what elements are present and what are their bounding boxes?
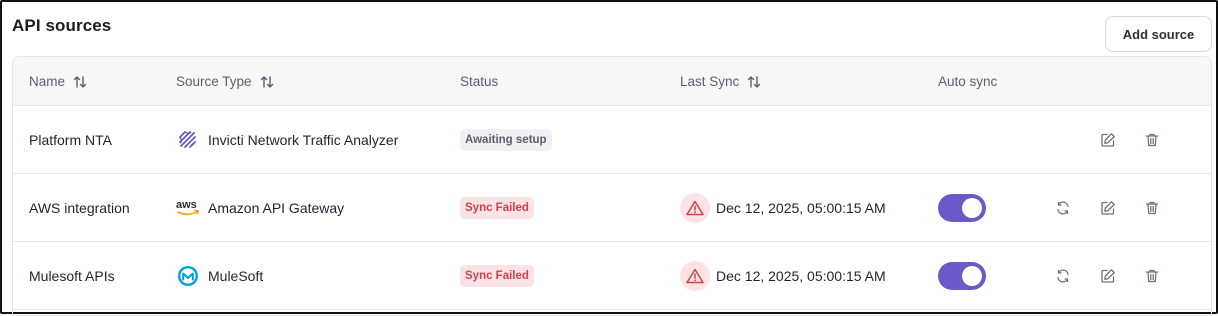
sources-table: Name Source Type Status Last Sync Auto s… [12,56,1212,316]
refresh-icon[interactable] [1053,174,1073,241]
auto-sync-toggle[interactable] [938,261,986,290]
invicti-icon [176,128,200,152]
status-badge: Sync Failed [460,196,534,219]
auto-sync-cell [938,174,986,241]
table-header: Name Source Type Status Last Sync Auto s… [13,57,1211,106]
refresh-icon[interactable] [1053,242,1073,309]
column-header-source-type-label: Source Type [176,74,252,89]
source-name: Mulesoft APIs [29,267,115,284]
column-header-name[interactable]: Name [29,57,87,106]
last-sync-timestamp: Dec 12, 2025, 05:00:15 AM [716,199,886,216]
last-sync-timestamp: Dec 12, 2025, 05:00:15 AM [716,267,886,284]
warning-icon [680,192,710,223]
aws-icon: aws [176,196,200,220]
table-row[interactable]: Mulesoft APIs MuleSoft Sync Failed Dec 1… [13,242,1211,310]
edit-icon[interactable] [1098,242,1118,309]
status-badge: Awaiting setup [460,128,552,151]
status-badge: Sync Failed [460,264,534,287]
auto-sync-toggle[interactable] [938,193,986,222]
source-type-label: MuleSoft [208,267,264,284]
source-type-cell: aws Amazon API Gateway [176,174,344,241]
sort-icon[interactable] [260,75,274,89]
api-sources-panel: API sources Add source Name Source Type … [0,0,1218,316]
edit-icon[interactable] [1098,174,1118,241]
status-cell: Sync Failed [460,174,534,241]
trash-icon[interactable] [1142,174,1162,241]
toggle-knob [962,265,982,286]
page-title: API sources [12,16,112,35]
edit-icon[interactable] [1098,106,1118,173]
warning-icon [680,260,710,291]
column-header-last-sync-label: Last Sync [680,74,740,89]
sort-icon[interactable] [73,75,87,89]
source-name: Platform NTA [29,131,112,148]
table-row[interactable]: AWS integration aws Amazon API Gateway S… [13,174,1211,242]
last-sync-cell: Dec 12, 2025, 05:00:15 AM [680,242,886,309]
column-header-last-sync[interactable]: Last Sync [680,57,761,106]
trash-icon[interactable] [1142,106,1162,173]
auto-sync-cell [938,242,986,309]
status-cell: Sync Failed [460,242,534,309]
sort-icon[interactable] [747,75,761,89]
toggle-knob [962,197,982,218]
column-header-source-type[interactable]: Source Type [176,57,274,106]
table-row[interactable]: Platform NTA Invicti Network Traffic Ana… [13,106,1211,174]
status-cell: Awaiting setup [460,106,552,173]
aws-logo-text: aws [176,199,197,211]
source-type-label: Invicti Network Traffic Analyzer [208,131,399,148]
source-type-cell: Invicti Network Traffic Analyzer [176,106,398,173]
source-type-label: Amazon API Gateway [208,199,345,216]
column-header-auto-sync: Auto sync [938,74,998,89]
column-header-name-label: Name [29,74,66,89]
source-name: AWS integration [29,199,130,216]
source-type-cell: MuleSoft [176,242,263,309]
trash-icon[interactable] [1142,242,1162,309]
last-sync-cell: Dec 12, 2025, 05:00:15 AM [680,174,886,241]
column-header-status: Status [460,74,499,89]
add-source-button[interactable]: Add source [1105,16,1212,52]
mulesoft-icon [176,264,200,288]
